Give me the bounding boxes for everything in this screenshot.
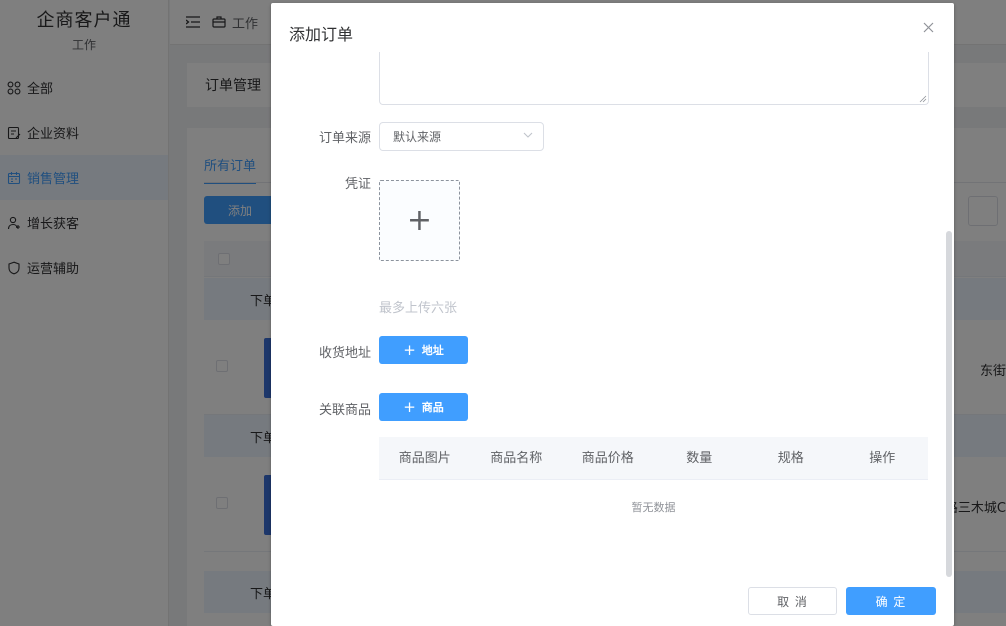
dialog-scrollbar[interactable]: [946, 231, 952, 577]
remark-textarea[interactable]: [379, 52, 929, 105]
column-header: 商品名称: [490, 451, 543, 466]
chevron-down-icon: [523, 132, 533, 138]
address-label: 收货地址: [318, 346, 371, 361]
add-address-button-label: 地址: [421, 344, 444, 357]
add-address-button[interactable]: + 地址: [379, 336, 468, 364]
empty-text: 暂无数据: [631, 501, 676, 514]
order-source-value: 默认来源: [393, 130, 442, 144]
add-goods-button[interactable]: + 商品: [379, 393, 468, 421]
goods-table: 商品图片 商品名称 商品价格 数量 规格 操作 暂无数据: [379, 437, 928, 515]
column-header: 操作: [869, 451, 896, 466]
column-header: 商品图片: [398, 451, 451, 466]
column-header: 规格: [777, 451, 804, 466]
voucher-label: 凭证: [344, 177, 371, 192]
order-source-select[interactable]: 默认来源: [379, 122, 544, 151]
voucher-upload[interactable]: +: [379, 180, 460, 261]
close-icon[interactable]: [921, 20, 935, 34]
source-label: 订单来源: [318, 131, 371, 146]
add-order-dialog: 添加订单 订单来源 默认来源 凭证 + 最多上传六张 收货地址 + 地址 关联商…: [271, 3, 954, 626]
resize-grip-icon[interactable]: [919, 95, 927, 103]
column-header: 商品价格: [581, 451, 634, 466]
upload-tip: 最多上传六张: [379, 301, 458, 316]
confirm-button[interactable]: 确 定: [846, 587, 936, 615]
add-goods-button-label: 商品: [421, 401, 444, 414]
goods-table-header: 商品图片 商品名称 商品价格 数量 规格 操作: [379, 437, 928, 480]
plus-icon: +: [403, 397, 416, 416]
cancel-button[interactable]: 取 消: [748, 587, 837, 615]
dialog-title: 添加订单: [289, 25, 354, 44]
column-header: 数量: [686, 451, 713, 466]
plus-icon: +: [406, 203, 433, 238]
goods-label: 关联商品: [318, 403, 371, 418]
plus-icon: +: [403, 340, 416, 359]
